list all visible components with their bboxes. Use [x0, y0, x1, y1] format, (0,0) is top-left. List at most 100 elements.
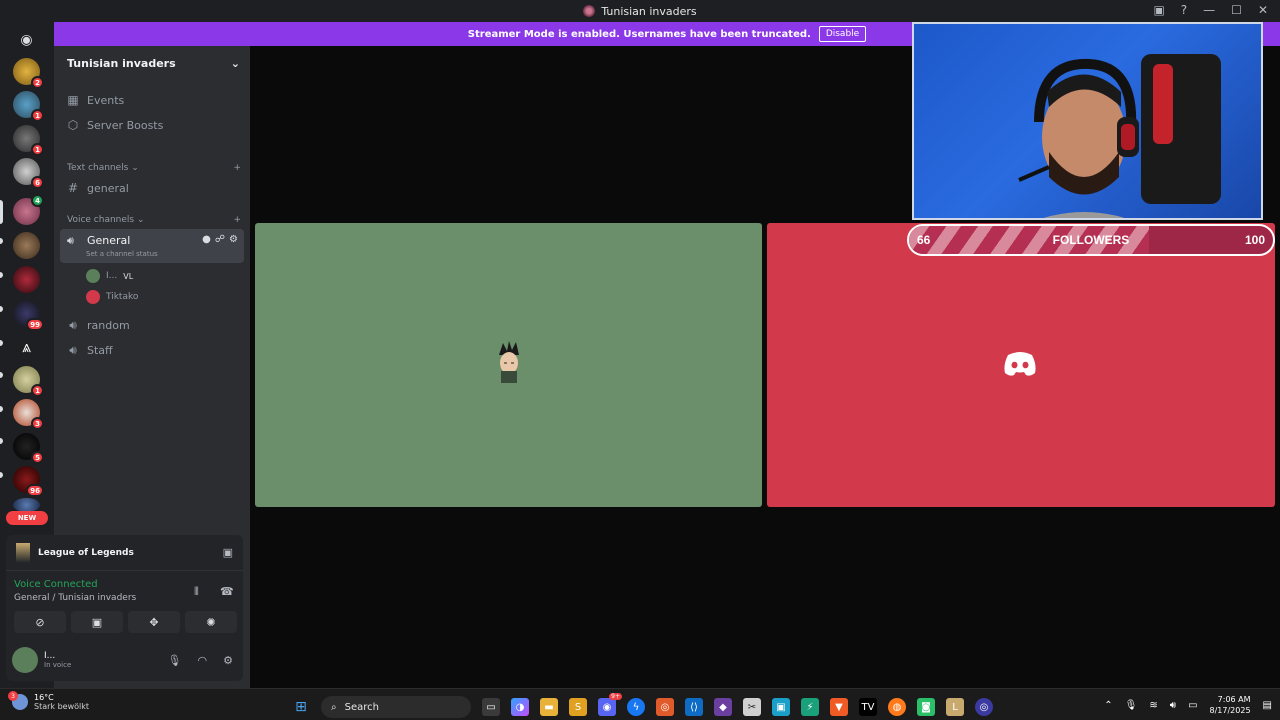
server-icon[interactable] — [13, 498, 40, 512]
messenger-icon[interactable]: ϟ — [627, 698, 645, 716]
gear-icon[interactable]: ⚙ — [229, 234, 238, 245]
voice-user[interactable]: I... VL — [86, 267, 133, 285]
server-icon[interactable]: ⩓ — [13, 333, 40, 360]
clock[interactable]: 7:06 AM 8/17/2025 — [1210, 694, 1251, 716]
microphone-icon[interactable]: 🎙︎ — [168, 654, 182, 667]
invite-icon[interactable]: ☍ — [215, 234, 225, 245]
server-icon[interactable]: 99 — [13, 300, 44, 331]
gear-icon[interactable]: ⚙ — [223, 654, 233, 667]
followers-label: FOLLOWERS — [1052, 233, 1130, 247]
server-icon[interactable]: 4 — [13, 194, 44, 225]
new-servers-pill[interactable]: NEW — [6, 511, 48, 525]
participant-tile[interactable] — [255, 223, 762, 507]
user-area[interactable]: I... In voice — [12, 647, 71, 673]
unread-pill — [0, 406, 3, 412]
microphone-icon[interactable]: 🎙︎ — [1125, 700, 1138, 711]
server-icon[interactable]: 96 — [13, 466, 44, 497]
server-icon[interactable] — [13, 266, 40, 293]
wifi-icon[interactable]: ≋ — [1149, 700, 1157, 711]
voice-connected-label[interactable]: Voice Connected — [14, 579, 98, 590]
maximize-icon[interactable]: ☐ — [1231, 3, 1242, 17]
disable-button[interactable]: Disable — [818, 26, 867, 42]
unread-pill — [0, 438, 3, 444]
copilot-icon[interactable]: ◑ — [511, 698, 529, 716]
vscode-icon[interactable]: ⟨⟩ — [685, 698, 703, 716]
voice-channel-general[interactable]: 🔊︎ General Set a channel status ● ☍ ⚙ — [60, 229, 244, 263]
inbox-icon[interactable]: ▣ — [1153, 3, 1164, 17]
server-boosts-item[interactable]: ⬡ Server Boosts — [62, 114, 244, 136]
app-icon[interactable]: ◎ — [975, 698, 993, 716]
unread-pill — [0, 372, 3, 378]
window-title: Tunisian invaders — [601, 4, 697, 18]
add-channel-icon[interactable]: + — [233, 215, 241, 225]
soundboard-button[interactable]: ✺ — [185, 611, 237, 633]
app-icon[interactable]: ◙ — [917, 698, 935, 716]
add-channel-icon[interactable]: + — [233, 163, 241, 173]
events-label: Events — [87, 93, 125, 107]
server-header[interactable]: Tunisian invaders ⌄ — [54, 46, 250, 80]
screen-share-button[interactable]: ▣ — [71, 611, 123, 633]
firefox-icon[interactable]: ◍ — [888, 698, 906, 716]
league-icon[interactable]: L — [946, 698, 964, 716]
server-icon — [583, 5, 596, 17]
notifications-icon[interactable]: ▤ — [1263, 700, 1272, 711]
task-view-icon[interactable]: ▭ — [482, 698, 500, 716]
app-icon[interactable]: ⚡ — [801, 698, 819, 716]
stream-icon[interactable]: ▣ — [223, 546, 233, 559]
server-icon[interactable]: 6 — [13, 158, 44, 189]
channel-general[interactable]: # general — [62, 177, 244, 199]
server-icon[interactable]: 1 — [13, 366, 44, 397]
close-icon[interactable]: ✕ — [1258, 3, 1268, 17]
participant-tile[interactable] — [767, 223, 1275, 507]
voice-channels-category[interactable]: Voice channels ⌄ + — [67, 215, 241, 225]
text-channels-category[interactable]: Text channels ⌄ + — [67, 163, 241, 173]
battery-icon[interactable]: ▭ — [1188, 700, 1197, 711]
brave-icon[interactable]: ▼ — [830, 698, 848, 716]
system-tray: ⌃ 🎙︎ ≋ 🔊︎ ▭ 7:06 AM 8/17/2025 ▤ — [1104, 694, 1272, 716]
search-icon: ⌕ — [331, 701, 337, 713]
volume-icon[interactable]: 🔊︎ — [1170, 700, 1176, 711]
voice-location[interactable]: General / Tunisian invaders — [14, 593, 136, 603]
chevron-up-icon[interactable]: ⌃ — [1104, 700, 1112, 711]
title-bar: Tunisian invaders ▣ ? — ☐ ✕ — [0, 0, 1280, 22]
chat-icon[interactable]: ● — [202, 234, 211, 245]
server-icon[interactable]: 2 — [13, 58, 44, 89]
clock-date: 8/17/2025 — [1209, 706, 1251, 715]
voice-channel-random[interactable]: 🔊︎ random — [62, 314, 244, 336]
obsidian-icon[interactable]: ◆ — [714, 698, 732, 716]
server-icon[interactable]: 5 — [13, 433, 44, 464]
sublime-icon[interactable]: S — [569, 698, 587, 716]
channel-status[interactable]: Set a channel status — [86, 250, 158, 258]
events-item[interactable]: ▦ Events — [62, 89, 244, 111]
calendar-icon: ▦ — [67, 93, 79, 107]
headphones-icon[interactable]: ◠ — [198, 654, 208, 667]
unread-pill — [0, 306, 3, 312]
active-server-pill — [0, 200, 3, 224]
snipping-tool-icon[interactable]: ✂ — [743, 698, 761, 716]
file-explorer-icon[interactable]: ▬ — [540, 698, 558, 716]
unread-pill — [0, 272, 3, 278]
app-icon[interactable]: ▣ — [772, 698, 790, 716]
discord-icon[interactable]: ◉ 9+ — [598, 693, 622, 716]
help-icon[interactable]: ? — [1181, 3, 1187, 17]
tradingview-icon[interactable]: TV — [859, 698, 877, 716]
voice-user-name: I... — [106, 271, 118, 281]
disconnect-icon[interactable]: ☎ — [220, 585, 234, 598]
camera-button[interactable]: ⊘ — [14, 611, 66, 633]
windows-start-icon[interactable]: ⊞ — [292, 698, 310, 716]
voice-user[interactable]: Tiktako — [86, 288, 138, 306]
clock-time: 7:06 AM — [1217, 695, 1251, 704]
soundboard-icon: ✺ — [206, 615, 216, 629]
minimize-icon[interactable]: — — [1203, 3, 1215, 17]
discord-home-icon[interactable]: ◉ — [13, 26, 40, 53]
server-icon[interactable]: 3 — [13, 399, 44, 430]
search-box[interactable]: ⌕ Search — [321, 696, 471, 718]
weather-widget[interactable]: 3 16°C Stark bewölkt — [8, 691, 89, 711]
voice-channel-staff[interactable]: 🔊︎ Staff — [62, 339, 244, 361]
app-icon[interactable]: ◎ — [656, 698, 674, 716]
activities-button[interactable]: ✥ — [128, 611, 180, 633]
server-icon[interactable] — [13, 232, 40, 259]
server-icon[interactable]: 1 — [13, 125, 44, 156]
server-icon[interactable]: 1 — [13, 91, 44, 122]
noise-suppression-icon[interactable]: ⦀ — [194, 585, 199, 599]
